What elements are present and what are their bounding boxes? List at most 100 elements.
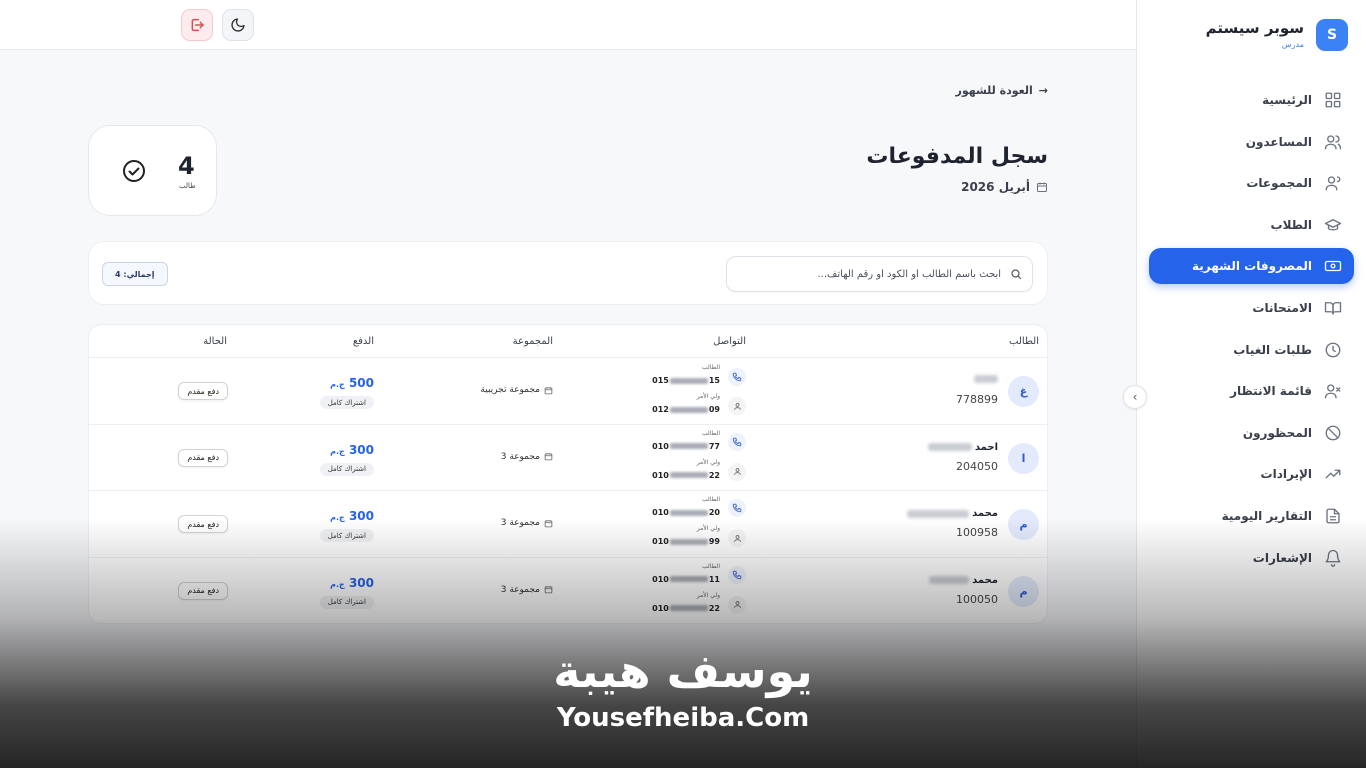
- sidebar-nav: الرئيسية المساعدون المجموعات الطلاب المص…: [1149, 82, 1354, 581]
- user-x-icon: [1324, 382, 1342, 400]
- parent-phone: 010 22: [652, 604, 720, 613]
- logout-button[interactable]: [181, 9, 213, 41]
- table-header: الطالب التواصل المجموعة الدفع الحالة: [89, 325, 1047, 358]
- avatar: ا: [1008, 442, 1039, 474]
- phone-icon[interactable]: [728, 565, 746, 584]
- grid-icon: [1324, 91, 1342, 109]
- bell-icon: [1324, 549, 1342, 567]
- currency-label: ج.م: [330, 446, 345, 456]
- theme-toggle-button[interactable]: [222, 9, 254, 41]
- sidebar-item-absence-requests[interactable]: طلبات الغياب: [1149, 332, 1354, 368]
- sidebar-item-label: الإشعارات: [1252, 550, 1312, 565]
- currency-label: ج.م: [330, 513, 345, 522]
- back-to-months-link[interactable]: → العودة للشهور: [956, 84, 1049, 97]
- redacted-text: [927, 443, 972, 451]
- table-row[interactable]: ا احمد 204050 الطالب 010 77 ولي الأمر 010…: [89, 425, 1047, 491]
- banknote-icon: [1324, 257, 1342, 275]
- redacted-text: [907, 509, 970, 518]
- sidebar-item-label: المجموعات: [1246, 176, 1312, 191]
- currency-label: ج.م: [330, 380, 345, 389]
- amount-value: 500: [348, 376, 374, 390]
- sidebar-collapse-button[interactable]: ‹: [1123, 385, 1147, 409]
- student-first-name: محمد: [972, 574, 998, 586]
- contact-label-parent: ولي الأمر: [696, 393, 720, 400]
- status-badge: دفع مقدم: [178, 581, 228, 600]
- moon-icon: [231, 18, 245, 32]
- payment-type-badge: اشتراك كامل: [319, 529, 374, 542]
- group-icon: [1324, 174, 1342, 192]
- sidebar-item-revenue[interactable]: الإيرادات: [1149, 456, 1354, 492]
- calendar-icon: [544, 386, 553, 394]
- brand-logo: S: [1316, 19, 1348, 51]
- group-cell: مجموعة 3: [501, 518, 553, 528]
- phone-prefix: 012: [652, 405, 669, 414]
- phone-prefix: 010: [652, 574, 669, 584]
- watermark-site: Yousefheiba.Com: [556, 703, 810, 733]
- trending-up-icon: [1324, 465, 1342, 483]
- table-row[interactable]: م محمد 100958 الطالب 010 20 ولي الأمر 010…: [89, 491, 1047, 558]
- contact-label-parent: ولي الأمر: [696, 591, 720, 599]
- payments-table: الطالب التواصل المجموعة الدفع الحالة غ 7…: [88, 324, 1048, 624]
- contact-label-student: الطالب: [702, 364, 720, 371]
- graduation-cap-icon: [1324, 216, 1342, 234]
- brand-subtitle: مدرس: [1281, 40, 1304, 49]
- amount-value: 300: [348, 575, 374, 590]
- group-name: مجموعة 3: [500, 584, 540, 595]
- phone-suffix: 77: [708, 441, 720, 451]
- redacted-text: [669, 377, 708, 384]
- phone-icon[interactable]: [728, 368, 746, 386]
- student-phone: 010 77: [652, 442, 720, 451]
- contact-label-student: الطالب: [702, 429, 720, 437]
- payment-type-badge: اشتراك كامل: [319, 462, 374, 476]
- payment-amount: 300 ج.م: [330, 576, 374, 590]
- table-row[interactable]: م محمد 100050 الطالب 010 11 ولي الأمر 010…: [89, 558, 1047, 624]
- page-date-label: أبريل 2026: [961, 180, 1030, 194]
- sidebar-item-waiting-list[interactable]: قائمة الانتظار: [1149, 373, 1354, 409]
- contact-label-student: الطالب: [702, 562, 720, 570]
- sidebar-item-daily-reports[interactable]: التقارير اليومية: [1149, 498, 1354, 534]
- phone-icon[interactable]: [728, 499, 746, 517]
- payment-type-badge: اشتراك كامل: [319, 396, 374, 409]
- search-icon: [1011, 269, 1022, 280]
- avatar: م: [1008, 509, 1039, 540]
- sidebar-item-students[interactable]: الطلاب: [1149, 207, 1354, 243]
- sidebar-item-assistants[interactable]: المساعدون: [1149, 124, 1354, 160]
- contact-label-parent: ولي الأمر: [696, 458, 720, 466]
- payment-amount: 300 ج.م: [330, 443, 374, 457]
- sidebar-item-home[interactable]: الرئيسية: [1149, 82, 1354, 118]
- sidebar-item-monthly-fees[interactable]: المصروفات الشهرية: [1149, 248, 1354, 285]
- redacted-text: [669, 605, 708, 611]
- back-link-label: العودة للشهور: [955, 84, 1033, 97]
- phone-suffix: 99: [708, 537, 720, 546]
- search-input[interactable]: [741, 268, 1001, 280]
- brand: S سوبر سيستم مدرس: [1148, 16, 1348, 56]
- stat-value: 4: [178, 152, 195, 180]
- calendar-icon: [1037, 182, 1047, 192]
- phone-prefix: 010: [652, 603, 669, 613]
- sidebar-item-label: طلبات الغياب: [1233, 342, 1312, 357]
- status-badge: دفع مقدم: [178, 448, 228, 467]
- header-student: الطالب: [1009, 336, 1039, 347]
- table-row[interactable]: غ 778899 الطالب 015 15 ولي الأمر 012 09 مج…: [89, 358, 1047, 425]
- sidebar-item-exams[interactable]: الامتحانات: [1149, 290, 1354, 326]
- group-name: مجموعة تجريبية: [480, 385, 540, 395]
- phone-suffix: 22: [708, 603, 720, 613]
- phone-icon[interactable]: [728, 432, 746, 451]
- sidebar-item-label: المحظورون: [1242, 425, 1312, 440]
- redacted-text: [929, 576, 970, 584]
- redacted-text: [669, 509, 708, 516]
- sidebar-item-notifications[interactable]: الإشعارات: [1149, 540, 1354, 576]
- group-cell: مجموعة 3: [501, 585, 553, 595]
- sidebar-item-banned[interactable]: المحظورون: [1149, 415, 1354, 451]
- calendar-icon: [544, 586, 553, 594]
- check-circle-icon: [123, 160, 145, 182]
- calendar-icon: [544, 519, 553, 527]
- students-stat-card: 4 طالب: [88, 125, 217, 216]
- users-icon: [1324, 133, 1342, 151]
- phone-prefix: 010: [652, 537, 669, 546]
- phone-prefix: 010: [652, 441, 669, 451]
- page-title: سجل المدفوعات: [866, 144, 1048, 169]
- redacted-text: [669, 472, 708, 478]
- sidebar-item-groups[interactable]: المجموعات: [1149, 165, 1354, 201]
- currency-label: ج.م: [330, 579, 345, 589]
